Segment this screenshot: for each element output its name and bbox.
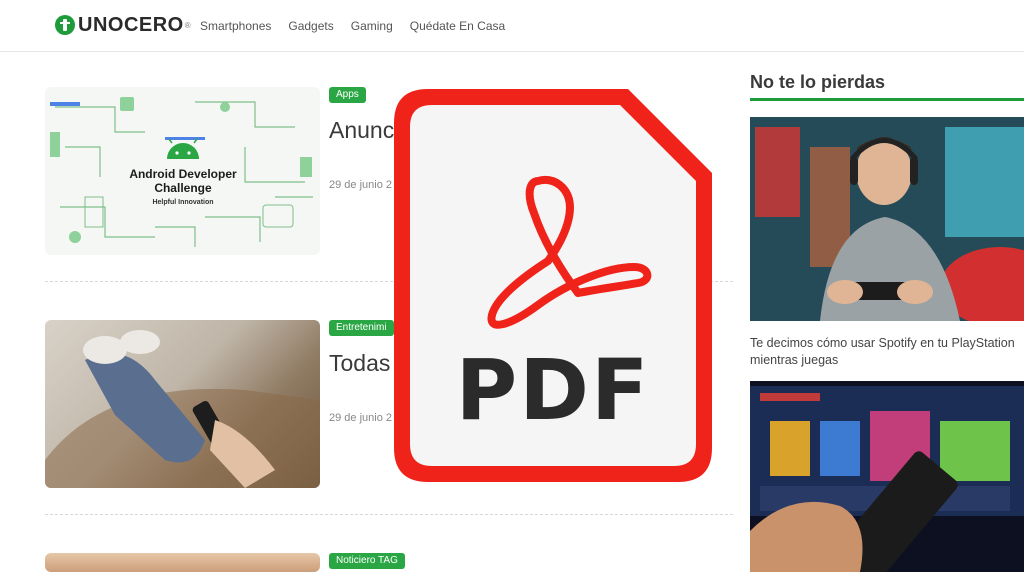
category-tag[interactable]: Noticiero TAG [329, 553, 405, 569]
thumb-title: Android Developer Challenge [129, 167, 237, 195]
article-date: 29 de junio 2 [329, 412, 392, 424]
category-tag[interactable]: Apps [329, 87, 366, 103]
article-card: Noticiero TAG [45, 553, 733, 572]
nav-gadgets[interactable]: Gadgets [288, 19, 333, 33]
article-date: 29 de junio 2 [329, 179, 392, 191]
unocero-logo-icon [55, 15, 75, 35]
tv-remote-photo-icon [750, 381, 1024, 572]
remote-photo-icon [45, 330, 320, 488]
pdf-label: PDF [455, 341, 651, 439]
sidebar-caption[interactable]: Te decimos cómo usar Spotify en tu PlayS… [750, 335, 1024, 369]
article-thumbnail[interactable] [45, 553, 320, 572]
sidebar-image-tv-remote[interactable] [750, 381, 1024, 572]
thumb-subtitle: Helpful Innovation [152, 199, 214, 206]
nav-smartphones[interactable]: Smartphones [200, 19, 271, 33]
nav-quedate-en-casa[interactable]: Quédate En Casa [410, 19, 505, 33]
site-header: UNOCERO ® Smartphones Gadgets Gaming Qué… [0, 0, 1024, 52]
logo-text: UNOCERO [78, 13, 184, 36]
article-thumbnail-android[interactable]: Android Developer Challenge Helpful Inno… [45, 87, 320, 255]
article-divider [45, 514, 733, 515]
category-tag[interactable]: Entretenimi [329, 320, 394, 336]
registered-mark: ® [184, 20, 191, 30]
main-nav: Smartphones Gadgets Gaming Quédate En Ca… [200, 19, 505, 33]
pdf-overlay: PDF [388, 83, 718, 488]
nav-gaming[interactable]: Gaming [351, 19, 393, 33]
sidebar-title-underline [750, 98, 1024, 101]
article-thumbnail-tv-remote[interactable] [45, 320, 320, 488]
gamer-photo-icon [750, 117, 1024, 321]
sidebar-title: No te lo pierdas [750, 72, 886, 92]
site-logo[interactable]: UNOCERO ® [55, 13, 191, 37]
sidebar-image-gamer[interactable] [750, 117, 1024, 321]
